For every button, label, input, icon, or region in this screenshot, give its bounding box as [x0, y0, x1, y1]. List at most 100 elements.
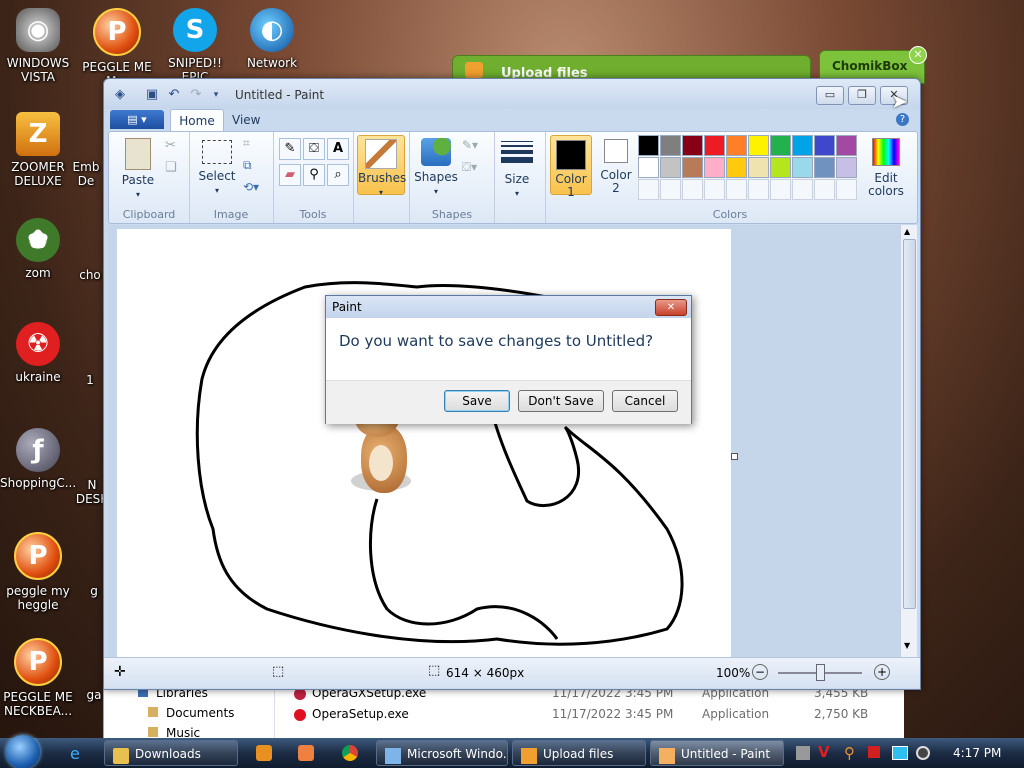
palette-swatch[interactable]: [660, 157, 681, 178]
copy-icon[interactable]: ❏: [165, 160, 177, 175]
paint-menu-button[interactable]: ▤ ▾: [110, 110, 164, 129]
help-icon[interactable]: ?: [896, 113, 909, 126]
eraser-icon[interactable]: ▰: [279, 164, 301, 186]
zoom-in-button[interactable]: +: [874, 664, 890, 680]
vertical-scrollbar[interactable]: ▲ ▼: [900, 225, 917, 657]
palette-swatch[interactable]: [660, 135, 681, 156]
zoom-slider-thumb[interactable]: [816, 664, 825, 681]
palette-swatch[interactable]: [836, 135, 857, 156]
palette-swatch[interactable]: [704, 157, 725, 178]
custom-color-slot[interactable]: [748, 179, 769, 200]
redo-icon[interactable]: ↷: [188, 87, 204, 103]
desktop-icon-network[interactable]: ◐ Network: [234, 8, 310, 70]
clock[interactable]: 4:17 PM: [953, 746, 1001, 760]
desktop-icon-peggle-my-heggle[interactable]: P peggle my heggle: [0, 532, 76, 612]
palette-swatch[interactable]: [770, 157, 791, 178]
desktop-icon-peggle-me[interactable]: P PEGGLE ME M...: [79, 8, 155, 88]
desktop-icon-sniped-epic[interactable]: S SNIPED!! EPIC: [157, 8, 233, 84]
dont-save-button[interactable]: Don't Save: [518, 390, 604, 412]
title-bar[interactable]: ◈ ▣ ↶ ↷ ▾ Untitled - Paint ▭ ❐ ✕: [104, 79, 920, 109]
fill-icon[interactable]: ⛋▾: [462, 160, 477, 175]
custom-color-slot[interactable]: [638, 179, 659, 200]
chrome-icon[interactable]: [342, 745, 358, 761]
custom-color-slot[interactable]: [682, 179, 703, 200]
paste-button[interactable]: Paste ▾: [117, 138, 159, 201]
custom-color-slot[interactable]: [726, 179, 747, 200]
palette-swatch[interactable]: [638, 157, 659, 178]
ie-icon[interactable]: e: [70, 744, 80, 763]
media-player-icon[interactable]: [256, 745, 272, 761]
magnifier-icon[interactable]: ⌕: [327, 164, 349, 186]
desktop-icon-zom[interactable]: ✿ zom: [0, 218, 76, 280]
custom-color-slot[interactable]: [770, 179, 791, 200]
edit-colors-button[interactable]: Edit colors: [862, 138, 910, 198]
drawing-canvas[interactable]: [117, 229, 731, 657]
desktop-icon-partial[interactable]: Emb De: [66, 160, 106, 188]
explorer-nav-item[interactable]: Documents: [148, 706, 234, 720]
paint-app-icon[interactable]: ◈: [112, 87, 128, 103]
palette-swatch[interactable]: [682, 135, 703, 156]
palette-swatch[interactable]: [682, 157, 703, 178]
brushes-button[interactable]: Brushes ▾: [357, 135, 406, 197]
desktop-icon-ukraine[interactable]: ☢ ukraine: [0, 322, 76, 384]
maximize-button[interactable]: ❐: [848, 86, 876, 105]
desktop-icon-peggle-neckbeard[interactable]: P PEGGLE ME NECKBEA...: [0, 638, 76, 718]
dialog-close-button[interactable]: ✕: [655, 299, 687, 316]
dialog-title-bar[interactable]: Paint ✕: [326, 296, 691, 318]
palette-swatch[interactable]: [726, 135, 747, 156]
custom-color-slot[interactable]: [836, 179, 857, 200]
desktop-icon-shopping[interactable]: ƒ ShoppingC...: [0, 428, 76, 490]
chomikbox-close-icon[interactable]: ✕: [909, 46, 927, 64]
select-button[interactable]: Select ▾: [197, 140, 237, 197]
taskbar-item-downloads[interactable]: Downloads: [104, 740, 238, 766]
scroll-thumb[interactable]: [903, 239, 916, 609]
tab-view[interactable]: View: [232, 113, 260, 127]
taskbar-item-upload-files[interactable]: Upload files: [512, 740, 646, 766]
shapes-button[interactable]: Shapes ▾: [414, 138, 458, 198]
custom-color-slot[interactable]: [660, 179, 681, 200]
custom-color-slot[interactable]: [704, 179, 725, 200]
pencil-icon[interactable]: ✎: [279, 138, 301, 160]
palette-swatch[interactable]: [814, 157, 835, 178]
crop-icon[interactable]: ⌗: [243, 136, 250, 151]
tray-icon-volume[interactable]: [916, 746, 930, 760]
tray-icon-search[interactable]: ⚲: [844, 744, 855, 762]
fill-bucket-icon[interactable]: ⛋: [303, 138, 325, 160]
taskbar-item-microsoft-windows[interactable]: Microsoft Windo...: [376, 740, 508, 766]
outline-icon[interactable]: ✎▾: [462, 138, 478, 152]
desktop-icon-zoomer-deluxe[interactable]: Z ZOOMER DELUXE: [0, 112, 76, 188]
minimize-button[interactable]: ▭: [816, 86, 844, 105]
color2-button[interactable]: Color 2: [596, 136, 636, 195]
file-row[interactable]: OperaSetup.exe 11/17/2022 3:45 PM Applic…: [294, 707, 894, 725]
undo-icon[interactable]: ↶: [166, 87, 182, 103]
palette-swatch[interactable]: [792, 157, 813, 178]
custom-color-slot[interactable]: [814, 179, 835, 200]
resize-icon[interactable]: ⧉: [243, 158, 252, 173]
cut-icon[interactable]: ✂: [165, 138, 176, 153]
save-button[interactable]: Save: [444, 390, 510, 412]
taskbar-item-untitled-paint[interactable]: Untitled - Paint: [650, 740, 784, 766]
scroll-up-icon[interactable]: ▲: [904, 227, 910, 236]
palette-swatch[interactable]: [836, 157, 857, 178]
customize-toolbar-icon[interactable]: ▾: [208, 87, 224, 103]
scroll-down-icon[interactable]: ▼: [904, 641, 910, 650]
tab-home[interactable]: Home: [170, 109, 224, 132]
save-icon[interactable]: ▣: [144, 87, 160, 103]
paint-shortcut-icon[interactable]: [298, 745, 314, 761]
palette-swatch[interactable]: [748, 135, 769, 156]
rotate-icon[interactable]: ⟲▾: [243, 180, 259, 194]
palette-swatch[interactable]: [638, 135, 659, 156]
tray-icon-flag[interactable]: [868, 746, 880, 758]
size-button[interactable]: Size ▾: [499, 138, 535, 200]
start-button[interactable]: [6, 735, 40, 768]
zoom-out-button[interactable]: −: [752, 664, 768, 680]
palette-swatch[interactable]: [704, 135, 725, 156]
tray-icon-display[interactable]: [892, 746, 908, 760]
palette-swatch[interactable]: [814, 135, 835, 156]
tray-icon-app[interactable]: [796, 746, 810, 760]
desktop-icon-windows-vista[interactable]: ◉ WINDOWS VISTA: [0, 8, 76, 84]
color1-button[interactable]: Color 1: [550, 135, 592, 199]
palette-swatch[interactable]: [770, 135, 791, 156]
canvas-resize-handle[interactable]: [731, 453, 738, 460]
tray-icon-v[interactable]: V: [818, 743, 830, 761]
